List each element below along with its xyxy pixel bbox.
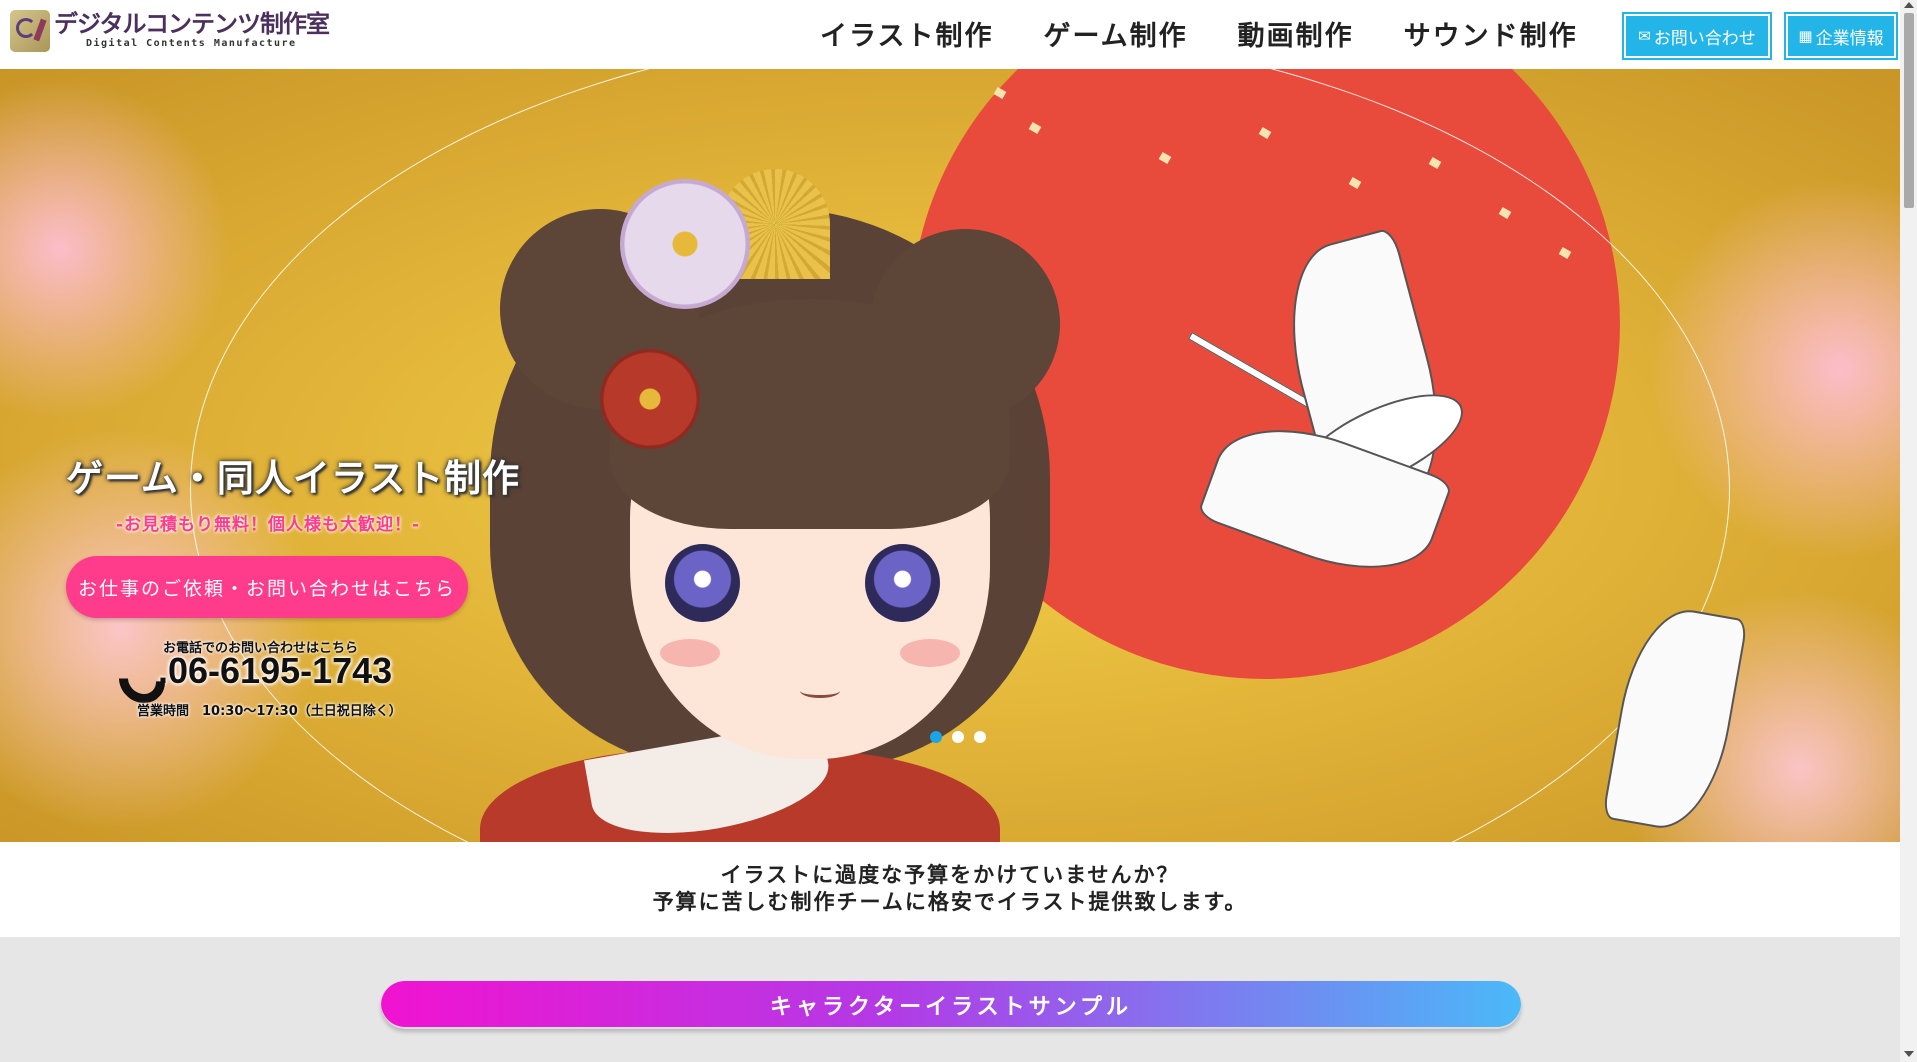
scroll-thumb[interactable] <box>1904 13 1914 208</box>
eye <box>865 544 940 622</box>
tagline-line-2: 予算に苦しむ制作チームに格安でイラスト提供致します。 <box>652 890 1248 914</box>
tagline-line-1: イラストに過度な予算をかけていませんか？ <box>720 863 1180 887</box>
main-nav: イラスト制作 ゲーム制作 動画制作 サウンド制作 <box>820 14 1628 53</box>
hero-subtitle: -お見積もり無料！個人様も大歓迎！- <box>116 515 421 535</box>
nav-item-game[interactable]: ゲーム制作 <box>1043 14 1187 53</box>
scroll-down-arrow-icon[interactable] <box>1904 1051 1914 1057</box>
mouth <box>800 684 840 698</box>
inquiry-cta-button[interactable]: お仕事のご依頼・お問い合わせはこちら <box>66 556 468 618</box>
company-button-label: 企業情報 <box>1815 28 1884 49</box>
white-flower-ornament <box>620 179 750 309</box>
logo-subtitle: Digital Contents Manufacture <box>86 38 297 49</box>
red-flower-ornament <box>600 349 700 449</box>
contact-button[interactable]: ✉ お問い合わせ <box>1624 14 1770 58</box>
mail-icon: ✉ <box>1638 27 1651 45</box>
logo-title: デジタルコンテンツ制作室 <box>54 10 330 38</box>
blush <box>900 639 960 667</box>
logo-mark-icon <box>10 10 50 52</box>
crane-wing <box>1601 601 1749 837</box>
slider-dot-2[interactable] <box>952 731 964 743</box>
scroll-up-arrow-icon[interactable] <box>1904 2 1914 8</box>
blush <box>660 639 720 667</box>
nav-item-illustration[interactable]: イラスト制作 <box>820 14 993 53</box>
company-info-button[interactable]: ▦ 企業情報 <box>1786 14 1896 58</box>
site-header: デジタルコンテンツ制作室 Digital Contents Manufactur… <box>0 0 1900 69</box>
business-hours: 営業時間 10:30〜17:30（土日祝日除く） <box>137 704 402 719</box>
crane-illustration <box>1160 226 1600 639</box>
slider-dot-1[interactable] <box>930 731 942 743</box>
phone-number: .06-6195-1743 <box>158 650 393 691</box>
tagline: イラストに過度な予算をかけていませんか？ 予算に苦しむ制作チームに格安でイラスト… <box>0 842 1900 937</box>
phone-link[interactable]: .06-6195-1743 <box>116 650 392 692</box>
nav-item-video[interactable]: 動画制作 <box>1238 14 1354 53</box>
slider-dot-3[interactable] <box>974 731 986 743</box>
crane-illustration-2 <box>1520 601 1800 842</box>
site-logo[interactable]: デジタルコンテンツ制作室 Digital Contents Manufactur… <box>10 10 330 52</box>
slider-dots <box>930 731 996 743</box>
nav-item-sound[interactable]: サウンド制作 <box>1404 14 1578 53</box>
eye <box>665 544 740 622</box>
hero-title: ゲーム・同人イラスト制作 <box>66 457 521 500</box>
section-title-bar: キャラクターイラストサンプル <box>381 981 1521 1029</box>
contact-button-label: お問い合わせ <box>1653 28 1756 49</box>
building-icon: ▦ <box>1798 27 1813 45</box>
phone-icon <box>116 652 154 690</box>
logo-text: デジタルコンテンツ制作室 Digital Contents Manufactur… <box>54 10 330 49</box>
kimono-girl-illustration <box>470 149 1170 842</box>
